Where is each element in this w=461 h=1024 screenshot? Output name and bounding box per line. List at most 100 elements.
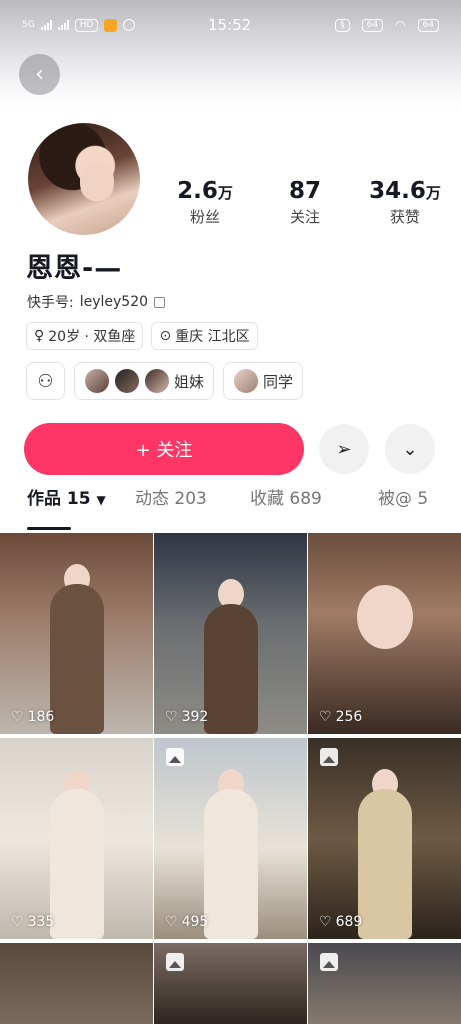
share-button[interactable]: ➢ bbox=[319, 424, 369, 474]
work-thumbnail[interactable]: ♡ 392 bbox=[154, 533, 307, 734]
work-thumbnail[interactable]: ♡ 335 bbox=[0, 738, 153, 939]
avatar bbox=[144, 368, 170, 394]
wifi-icon: ◠ bbox=[395, 18, 406, 32]
heart-icon: ♡ bbox=[165, 709, 178, 725]
stat-likes[interactable]: 34.6万 获赞 bbox=[355, 178, 455, 227]
classmates-chip[interactable]: 同学 bbox=[223, 362, 304, 400]
likes-value: 335 bbox=[27, 914, 55, 930]
active-tab-indicator bbox=[27, 527, 71, 530]
kuaishou-id-label: 快手号: bbox=[27, 295, 74, 311]
likes-count: ♡ 256 bbox=[319, 709, 362, 725]
work-thumbnail[interactable] bbox=[0, 943, 153, 1024]
stat-followers[interactable]: 2.6万 粉丝 bbox=[155, 178, 255, 227]
stat-unit: 万 bbox=[217, 184, 233, 202]
image-post-icon bbox=[166, 748, 184, 766]
heart-icon: ♡ bbox=[319, 709, 332, 725]
avatar[interactable] bbox=[28, 123, 140, 235]
avatar bbox=[84, 368, 110, 394]
works-grid: ♡ 186 ♡ 392 ♡ 256 ♡ 335 ♡ 495 ♡ 689 bbox=[0, 533, 461, 1024]
location-text: 重庆 江北区 bbox=[175, 329, 250, 345]
likes-count: ♡ 335 bbox=[11, 914, 54, 930]
telegram-icon bbox=[123, 19, 136, 31]
stat-label: 粉丝 bbox=[189, 208, 220, 226]
image-post-icon bbox=[166, 953, 184, 971]
work-thumbnail[interactable]: ♡ 186 bbox=[0, 533, 153, 734]
age-sign-text: 20岁 · 双鱼座 bbox=[48, 329, 136, 345]
location-tag: ⊙ 重庆 江北区 bbox=[151, 322, 258, 350]
figure-head bbox=[356, 585, 413, 649]
figure bbox=[203, 789, 258, 939]
stat-value: 87 bbox=[288, 178, 321, 204]
likes-value: 392 bbox=[181, 709, 209, 725]
data-icon: 64 bbox=[361, 18, 384, 32]
avatar-hand bbox=[80, 163, 114, 201]
stat-label: 获赞 bbox=[389, 208, 420, 226]
stat-value: 2.6 bbox=[177, 178, 218, 204]
kuaishou-id-row: 快手号: leyley520 bbox=[27, 292, 166, 312]
likes-value: 495 bbox=[181, 914, 209, 930]
image-post-icon bbox=[320, 748, 338, 766]
tab-label: 收藏 689 bbox=[250, 488, 322, 509]
hd-icon: HD bbox=[74, 18, 99, 32]
add-friend-button[interactable]: ⚇ bbox=[26, 362, 65, 400]
copy-icon[interactable] bbox=[154, 296, 166, 308]
relation-chips: ⚇ 姐妹 同学 bbox=[26, 362, 304, 400]
back-button[interactable]: ‹ bbox=[19, 54, 60, 95]
stat-following[interactable]: 87 关注 bbox=[255, 178, 355, 227]
app-notification-icon bbox=[104, 18, 118, 32]
follow-label: + 关注 bbox=[135, 440, 193, 461]
chevron-down-icon: ⌄ bbox=[402, 438, 418, 460]
heart-icon: ♡ bbox=[11, 914, 24, 930]
image-post-icon bbox=[320, 953, 338, 971]
work-thumbnail[interactable]: ♡ 495 bbox=[154, 738, 307, 939]
heart-icon: ♡ bbox=[11, 709, 24, 725]
stat-label: 关注 bbox=[289, 208, 320, 226]
kuaishou-id-value: leyley520 bbox=[79, 294, 149, 310]
network-label: 5G bbox=[22, 20, 35, 30]
follow-button[interactable]: + 关注 bbox=[24, 423, 304, 475]
tab-moments[interactable]: 动态 203 bbox=[135, 484, 207, 509]
classmates-label: 同学 bbox=[263, 372, 294, 391]
heart-icon: ♡ bbox=[165, 914, 178, 930]
likes-value: 256 bbox=[335, 709, 363, 725]
add-user-icon: ⚇ bbox=[37, 370, 54, 392]
work-thumbnail[interactable]: ♡ 256 bbox=[308, 533, 461, 734]
likes-count: ♡ 689 bbox=[319, 914, 362, 930]
more-button[interactable]: ⌄ bbox=[385, 424, 435, 474]
avatar bbox=[114, 368, 140, 394]
sisters-label: 姐妹 bbox=[174, 372, 205, 391]
likes-count: ♡ 186 bbox=[11, 709, 54, 725]
location-icon: ⊙ bbox=[159, 328, 172, 344]
sisters-chip[interactable]: 姐妹 bbox=[74, 362, 215, 400]
battery-icon: 64 bbox=[417, 18, 439, 32]
profile-stats: 2.6万 粉丝 87 关注 34.6万 获赞 bbox=[155, 178, 455, 227]
signal-icon bbox=[40, 20, 52, 30]
likes-value: 186 bbox=[27, 709, 55, 725]
tab-works[interactable]: 作品 15 ▼ bbox=[27, 484, 106, 509]
work-thumbnail[interactable] bbox=[308, 943, 461, 1024]
status-time: 15:52 bbox=[208, 16, 252, 34]
likes-value: 689 bbox=[335, 914, 363, 930]
send-icon: ➢ bbox=[336, 438, 352, 460]
work-thumbnail[interactable] bbox=[154, 943, 307, 1024]
likes-count: ♡ 392 bbox=[165, 709, 208, 725]
stat-unit: 万 bbox=[425, 184, 441, 202]
tab-favorites[interactable]: 收藏 689 bbox=[250, 484, 322, 509]
profile-tags: ♀ 20岁 · 双鱼座 ⊙ 重庆 江北区 bbox=[26, 322, 258, 350]
figure bbox=[203, 604, 258, 734]
stat-value: 34.6 bbox=[369, 178, 426, 204]
age-sign-tag: ♀ 20岁 · 双鱼座 bbox=[26, 322, 144, 350]
tab-label: 动态 203 bbox=[135, 488, 207, 509]
chevron-left-icon: ‹ bbox=[35, 62, 44, 87]
gender-icon: ♀ bbox=[34, 328, 45, 344]
figure bbox=[357, 789, 412, 939]
work-thumbnail[interactable]: ♡ 689 bbox=[308, 738, 461, 939]
caret-down-icon: ▼ bbox=[96, 492, 106, 507]
figure bbox=[49, 789, 104, 939]
tab-label: 被@ 5 bbox=[378, 488, 429, 509]
sim-icon: § bbox=[335, 18, 350, 32]
figure bbox=[49, 584, 104, 734]
signal-icon-2 bbox=[57, 20, 69, 30]
likes-count: ♡ 495 bbox=[165, 914, 208, 930]
tab-mentioned[interactable]: 被@ 5 bbox=[378, 484, 428, 509]
